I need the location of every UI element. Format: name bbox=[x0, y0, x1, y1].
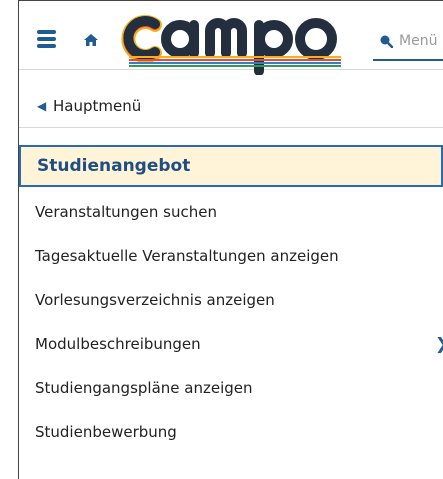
home-icon[interactable] bbox=[83, 33, 99, 47]
menu-item-vorlesungsverzeichnis[interactable]: Vorlesungsverzeichnis anzeigen bbox=[35, 291, 275, 309]
chevron-left-icon: ◀ bbox=[37, 99, 47, 113]
menu-item-studiengangsplaene[interactable]: Studiengangspläne anzeigen bbox=[35, 379, 253, 397]
back-label: Hauptmenü bbox=[53, 97, 142, 115]
menu-item-veranstaltungen-suchen[interactable]: Veranstaltungen suchen bbox=[35, 203, 217, 221]
back-to-main-menu[interactable]: ◀ Hauptmenü bbox=[19, 85, 443, 128]
search-input[interactable] bbox=[399, 29, 443, 53]
search-box[interactable] bbox=[373, 25, 443, 61]
header bbox=[19, 1, 443, 75]
menu-item-studienbewerbung[interactable]: Studienbewerbung bbox=[35, 423, 177, 441]
active-menu-label: Studienangebot bbox=[37, 156, 191, 176]
search-icon bbox=[380, 35, 393, 48]
menu-item-studienangebot[interactable]: Studienangebot bbox=[19, 145, 443, 187]
app-window: ◀ Hauptmenü Studienangebot Veranstaltung… bbox=[18, 0, 443, 479]
campo-logo bbox=[121, 15, 341, 75]
chevron-right-icon[interactable]: ❯ bbox=[435, 334, 443, 353]
hamburger-icon[interactable] bbox=[37, 30, 56, 48]
menu-item-tagesaktuelle-veranstaltungen[interactable]: Tagesaktuelle Veranstaltungen anzeigen bbox=[35, 247, 339, 265]
menu-item-modulbeschreibungen[interactable]: Modulbeschreibungen bbox=[35, 335, 201, 353]
